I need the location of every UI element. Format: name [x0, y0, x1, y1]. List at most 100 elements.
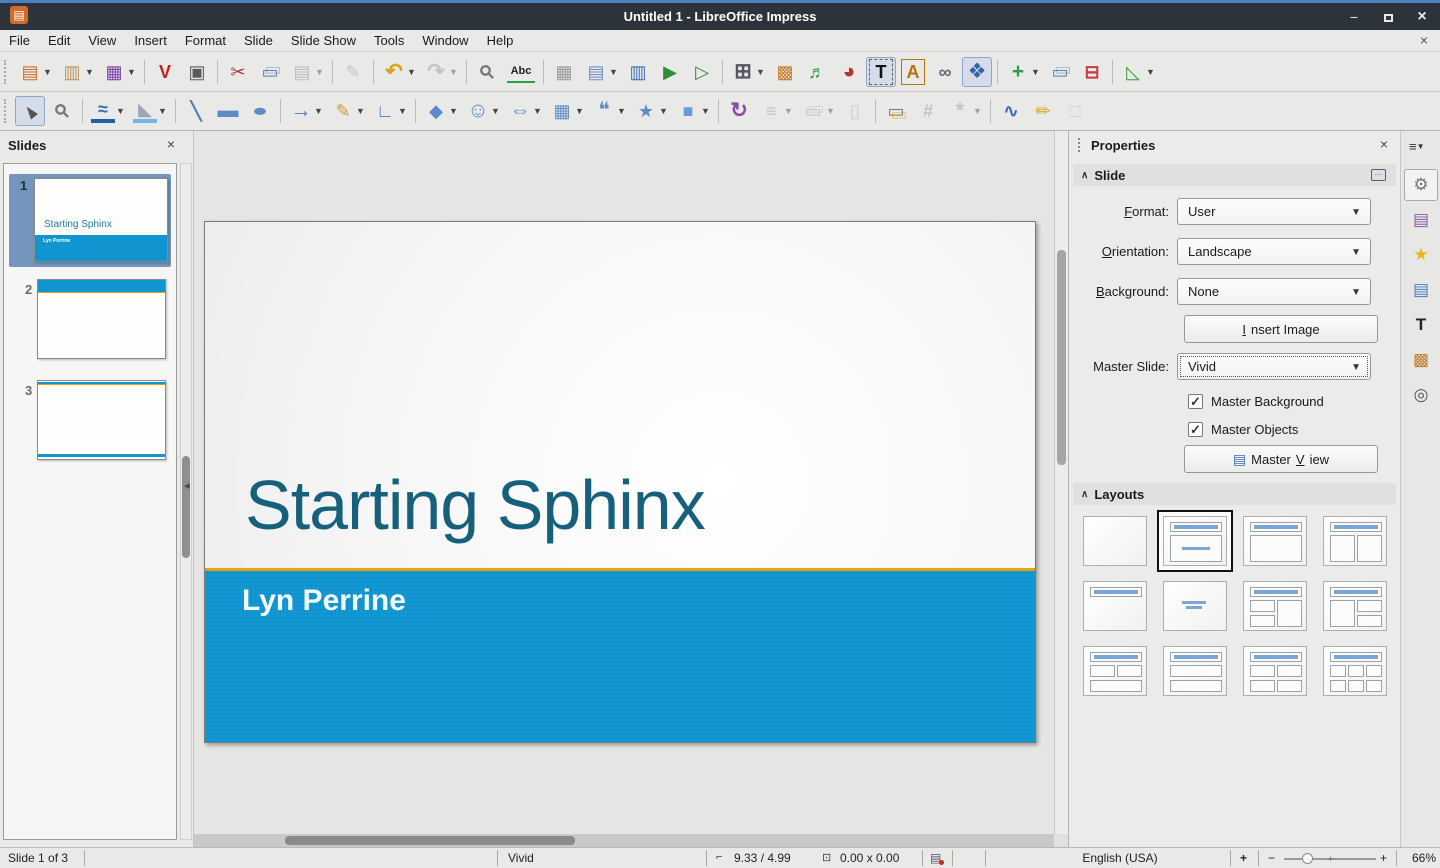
layout-title-content-2content[interactable] — [1315, 573, 1395, 638]
open-file-button[interactable]: ▥▼ — [57, 57, 97, 87]
insert-line-button[interactable]: ╲ — [181, 96, 211, 126]
line-color-dropdown-icon[interactable]: ▼ — [116, 106, 125, 116]
basic-shapes-dropdown-icon[interactable]: ▼ — [449, 106, 458, 116]
select-button[interactable]: ▲ — [15, 96, 45, 126]
master-slide-status[interactable]: Vivid — [508, 851, 534, 865]
zoom-in-button[interactable]: + — [1380, 851, 1387, 865]
fill-color-button[interactable]: ◣▼ — [130, 96, 170, 126]
insert-fontwork-button[interactable]: A — [898, 57, 928, 87]
orientation-dropdown[interactable]: Landscape▼ — [1177, 238, 1371, 265]
block-arrows-button[interactable]: ⇔▼ — [505, 96, 545, 126]
close-button[interactable]: × — [1414, 9, 1430, 25]
slides-panel-scrollbar[interactable] — [180, 163, 192, 840]
menu-tools[interactable]: Tools — [365, 31, 413, 50]
basic-shapes-button[interactable]: ◆▼ — [421, 96, 461, 126]
panel-drag-handle[interactable] — [1078, 138, 1081, 152]
start-from-first-slide-button[interactable]: ▶ — [655, 57, 685, 87]
glue-points-button[interactable]: ✏ — [1028, 96, 1058, 126]
insert-chart-button[interactable]: ◕ — [834, 57, 864, 87]
menu-view[interactable]: View — [79, 31, 125, 50]
layout-title-two-content[interactable] — [1315, 508, 1395, 573]
stars-banners-dropdown-icon[interactable]: ▼ — [659, 106, 668, 116]
layout-title-content-centered[interactable] — [1155, 508, 1235, 573]
undo-dropdown-icon[interactable]: ▼ — [407, 67, 416, 77]
rectangle-button[interactable]: ▬ — [213, 96, 243, 126]
insert-text-box-button[interactable]: T — [866, 57, 896, 87]
callouts-dropdown-icon[interactable]: ▼ — [617, 106, 626, 116]
display-views-button[interactable]: ▤▼ — [581, 57, 621, 87]
slide-thumbnail-1[interactable]: 1 Starting Sphinx Lyn Perrine — [9, 174, 171, 267]
display-mode-button[interactable]: ▥ — [623, 57, 653, 87]
vertical-scrollbar[interactable] — [1054, 131, 1068, 834]
rotate-button[interactable]: ↻ — [724, 96, 754, 126]
insert-audio-video-button[interactable]: ♬ — [802, 57, 832, 87]
show-draw-functions-button[interactable]: ❖ — [962, 57, 992, 87]
menu-edit[interactable]: Edit — [39, 31, 79, 50]
curves-polygons-dropdown-icon[interactable]: ▼ — [356, 106, 365, 116]
new-presentation-dropdown-icon[interactable]: ▼ — [43, 67, 52, 77]
menu-file[interactable]: File — [0, 31, 39, 50]
master-background-checkbox[interactable]: ✓ — [1188, 394, 1203, 409]
undo-button[interactable]: ↶▼ — [379, 57, 419, 87]
menu-format[interactable]: Format — [176, 31, 235, 50]
print-button[interactable]: ▣ — [182, 57, 212, 87]
ellipse-button[interactable]: ● — [245, 96, 275, 126]
slide-thumbnail-3[interactable] — [37, 380, 166, 460]
scrollbar-thumb[interactable] — [182, 456, 190, 558]
block-arrows-dropdown-icon[interactable]: ▼ — [533, 106, 542, 116]
close-document-button[interactable]: × — [1420, 33, 1428, 47]
layout-title-content[interactable] — [1235, 508, 1315, 573]
delete-slide-button[interactable]: ⊟ — [1077, 57, 1107, 87]
line-color-button[interactable]: ≈▼ — [88, 96, 128, 126]
curves-polygons-button[interactable]: ✎▼ — [328, 96, 368, 126]
find-replace-button[interactable]: ⚲ — [472, 57, 502, 87]
zoom-pan-button[interactable]: ⚲ — [47, 96, 77, 126]
new-slide-dropdown-icon[interactable]: ▼ — [1031, 67, 1040, 77]
layout-title-content-over-content[interactable] — [1155, 638, 1235, 703]
scrollbar-thumb[interactable] — [285, 836, 575, 845]
menu-slide-show[interactable]: Slide Show — [282, 31, 365, 50]
restore-button[interactable] — [1380, 10, 1396, 24]
tab-navigator[interactable]: ◎ — [1404, 379, 1438, 411]
menu-slide[interactable]: Slide — [235, 31, 282, 50]
master-slide-dropdown[interactable]: Vivid ▼ — [1177, 353, 1371, 380]
layout-centered-text[interactable] — [1155, 573, 1235, 638]
tab-properties[interactable]: ⚙ — [1404, 169, 1438, 201]
lines-and-arrows-dropdown-icon[interactable]: ▼ — [314, 106, 323, 116]
master-background-checkbox-row[interactable]: ✓Master Background — [1188, 391, 1324, 411]
insert-table-dropdown-icon[interactable]: ▼ — [756, 67, 765, 77]
layout-title-2content-content[interactable] — [1235, 573, 1315, 638]
spelling-button[interactable]: Abc — [504, 57, 538, 87]
display-views-dropdown-icon[interactable]: ▼ — [609, 67, 618, 77]
stars-banners-button[interactable]: ★▼ — [631, 96, 671, 126]
scrollbar-thumb[interactable] — [1057, 250, 1066, 465]
slide-subtitle-text[interactable]: Lyn Perrine — [242, 584, 406, 618]
save-button[interactable]: ▦▼ — [99, 57, 139, 87]
sidebar-settings-icon[interactable]: ≡▼ — [1409, 139, 1425, 154]
horizontal-scrollbar[interactable] — [194, 834, 1054, 847]
symbol-shapes-dropdown-icon[interactable]: ▼ — [491, 106, 500, 116]
fit-slide-icon[interactable]: + — [1240, 851, 1247, 865]
tab-styles[interactable]: T — [1404, 309, 1438, 341]
insert-image-button[interactable]: ▩ — [770, 57, 800, 87]
menu-window[interactable]: Window — [413, 31, 477, 50]
snap-guides-dropdown-icon[interactable]: ▼ — [1146, 67, 1155, 77]
copy-button[interactable]: ▭ — [255, 57, 285, 87]
duplicate-slide-button[interactable]: ▭ — [1045, 57, 1075, 87]
snap-guides-button[interactable]: ◺▼ — [1118, 57, 1158, 87]
fill-color-dropdown-icon[interactable]: ▼ — [158, 106, 167, 116]
menu-insert[interactable]: Insert — [125, 31, 176, 50]
zoom-level-status[interactable]: 66% — [1404, 851, 1436, 865]
panel-collapse-arrow-icon[interactable]: ◂ — [184, 479, 190, 492]
start-from-current-slide-button[interactable]: ▷ — [687, 57, 717, 87]
connectors-dropdown-icon[interactable]: ▼ — [398, 106, 407, 116]
export-pdf-button[interactable]: V — [150, 57, 180, 87]
toolbar-grip[interactable] — [4, 99, 8, 123]
layout-blank[interactable] — [1075, 508, 1155, 573]
new-presentation-button[interactable]: ▤▼ — [15, 57, 55, 87]
master-view-button[interactable]: ▤Master View — [1184, 445, 1378, 473]
flowchart-button[interactable]: ▦▼ — [547, 96, 587, 126]
tab-gallery[interactable]: ▩ — [1404, 344, 1438, 376]
connectors-button[interactable]: ∟▼ — [370, 96, 410, 126]
slide-count-status[interactable]: Slide 1 of 3 — [8, 851, 68, 865]
